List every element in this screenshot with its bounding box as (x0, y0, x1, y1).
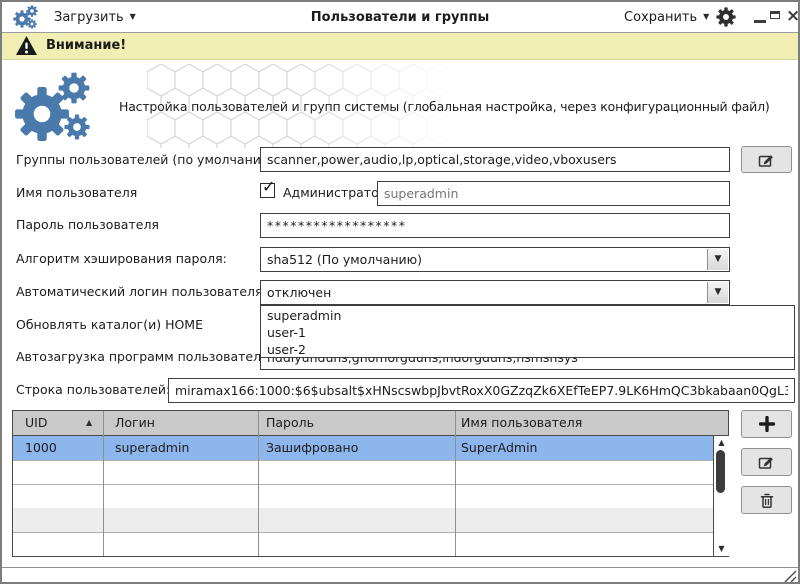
autologin-label: Автоматический логин пользователя (16, 284, 263, 299)
header-description: Настройка пользователей и групп системы … (119, 99, 770, 114)
add-user-button[interactable] (741, 410, 792, 438)
autologin-value: отключен (267, 285, 331, 300)
close-button[interactable]: × (786, 10, 798, 22)
users-table: UID ▲ Логин Пароль Имя пользователя 1000… (12, 410, 729, 557)
sort-ascending-icon: ▲ (86, 418, 92, 427)
column-header-uid[interactable]: UID (25, 415, 47, 430)
admin-checkbox-label: Администратор (283, 185, 387, 200)
groups-label: Группы пользователей (по умолчанию) (16, 152, 276, 167)
admin-checkbox[interactable]: ✓ (260, 183, 275, 198)
autologin-dropdown-list: superadmin user-1 user-2 (260, 305, 795, 358)
save-button[interactable]: Сохранить ▼ (624, 6, 709, 28)
scroll-down-button[interactable]: ▼ (714, 543, 729, 555)
column-divider (258, 411, 259, 556)
header-gears-icon (14, 72, 110, 144)
status-bar-divider (2, 567, 798, 568)
hash-algo-dropdown-button[interactable]: ▼ (707, 249, 728, 270)
maximize-button[interactable] (770, 11, 780, 19)
password-input[interactable] (260, 213, 730, 238)
chevron-down-icon: ▼ (715, 255, 722, 264)
autologin-dropdown-button[interactable]: ▼ (707, 282, 728, 303)
column-header-password[interactable]: Пароль (266, 415, 314, 430)
scroll-thumb[interactable] (716, 450, 725, 493)
table-empty-row[interactable] (13, 532, 728, 556)
home-update-label: Обновлять каталог(и) HOME (16, 317, 203, 332)
column-header-name[interactable]: Имя пользователя (461, 415, 582, 430)
hash-algo-label: Алгоритм хэширования пароля: (16, 251, 227, 266)
hash-algo-value: sha512 (По умолчанию) (267, 252, 422, 267)
username-label: Имя пользователя (16, 185, 137, 200)
scroll-up-button[interactable]: ▲ (714, 437, 729, 449)
cell-password: Зашифровано (266, 440, 358, 455)
cell-uid: 1000 (25, 440, 57, 455)
chevron-down-icon: ▼ (703, 13, 709, 21)
minimize-button[interactable] (754, 11, 766, 23)
edit-icon (758, 454, 775, 470)
column-divider (455, 411, 456, 556)
warning-text: Внимание! (46, 38, 126, 53)
groups-input[interactable] (260, 147, 730, 172)
chevron-down-icon: ▼ (715, 288, 722, 297)
table-header: UID ▲ Логин Пароль Имя пользователя (13, 411, 728, 436)
title-bar: Загрузить ▼ Пользователи и группы Сохран… (2, 2, 798, 33)
autologin-option-user-1[interactable]: user-1 (261, 324, 794, 341)
edit-groups-button[interactable] (741, 146, 792, 173)
table-empty-row[interactable] (13, 460, 728, 485)
autologin-option-user-2[interactable]: user-2 (261, 341, 794, 358)
hash-algo-select[interactable]: sha512 (По умолчанию) ▼ (260, 247, 730, 272)
plus-icon (759, 416, 775, 432)
save-button-label: Сохранить (624, 10, 697, 25)
username-input[interactable] (377, 181, 730, 206)
edit-user-button[interactable] (741, 448, 792, 476)
warning-banner: Внимание! (2, 33, 798, 60)
app-window: Загрузить ▼ Пользователи и группы Сохран… (0, 0, 800, 584)
autologin-select[interactable]: отключен ▼ (260, 280, 730, 305)
warning-icon (15, 35, 38, 57)
table-empty-row[interactable] (13, 508, 728, 533)
column-header-login[interactable]: Логин (115, 415, 155, 430)
cell-login: superadmin (115, 440, 189, 455)
settings-gear-button[interactable] (716, 7, 736, 27)
table-empty-row[interactable] (13, 484, 728, 509)
table-row-selected[interactable]: 1000 superadmin Зашифровано SuperAdmin (13, 436, 728, 461)
edit-icon (758, 152, 775, 168)
column-divider (103, 411, 104, 556)
check-icon: ✓ (262, 177, 275, 196)
delete-user-button[interactable] (741, 486, 792, 514)
users-string-label: Строка пользователей: (16, 382, 170, 397)
trash-icon (759, 492, 775, 509)
resize-grip[interactable] (783, 570, 799, 584)
cell-name: SuperAdmin (461, 440, 537, 455)
table-scrollbar[interactable]: ▲ ▼ (713, 436, 729, 556)
password-label: Пароль пользователя (16, 217, 159, 232)
autostart-label: Автозагрузка программ пользователей (16, 349, 277, 364)
users-string-input[interactable] (168, 378, 795, 403)
autologin-option-superadmin[interactable]: superadmin (261, 307, 794, 324)
